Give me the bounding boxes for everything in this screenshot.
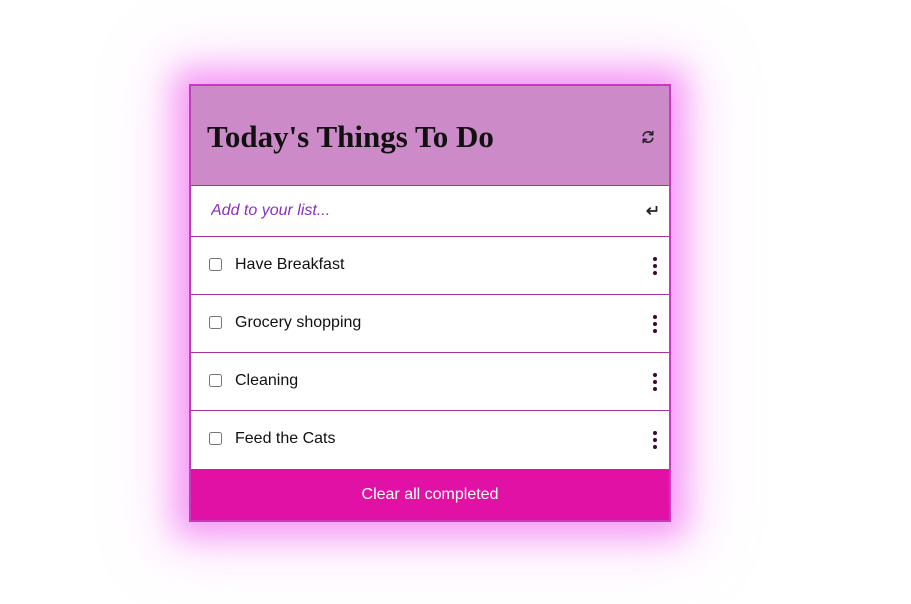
item-checkbox[interactable] <box>209 432 222 445</box>
item-label: Feed the Cats <box>235 430 336 447</box>
more-options-icon[interactable] <box>649 313 661 335</box>
clear-completed-button[interactable]: Clear all completed <box>191 469 669 520</box>
more-options-icon[interactable] <box>649 371 661 393</box>
refresh-icon[interactable] <box>638 127 658 147</box>
list-item: Grocery shopping <box>191 295 669 353</box>
item-checkbox[interactable] <box>209 316 222 329</box>
todo-card: Today's Things To Do Have Breakfast Groc… <box>189 84 671 522</box>
list-item: Feed the Cats <box>191 411 669 469</box>
item-checkbox[interactable] <box>209 374 222 387</box>
item-label: Grocery shopping <box>235 314 362 331</box>
list-item: Cleaning <box>191 353 669 411</box>
more-options-icon[interactable] <box>649 255 661 277</box>
todo-header: Today's Things To Do <box>191 86 669 186</box>
add-item-input[interactable] <box>191 186 631 236</box>
add-item-row <box>191 186 669 237</box>
item-label: Cleaning <box>235 372 299 389</box>
item-checkbox[interactable] <box>209 258 222 271</box>
more-options-icon[interactable] <box>649 429 661 451</box>
list-item: Have Breakfast <box>191 237 669 295</box>
page-title: Today's Things To Do <box>207 119 494 154</box>
enter-icon[interactable] <box>644 202 660 218</box>
item-label: Have Breakfast <box>235 256 345 273</box>
